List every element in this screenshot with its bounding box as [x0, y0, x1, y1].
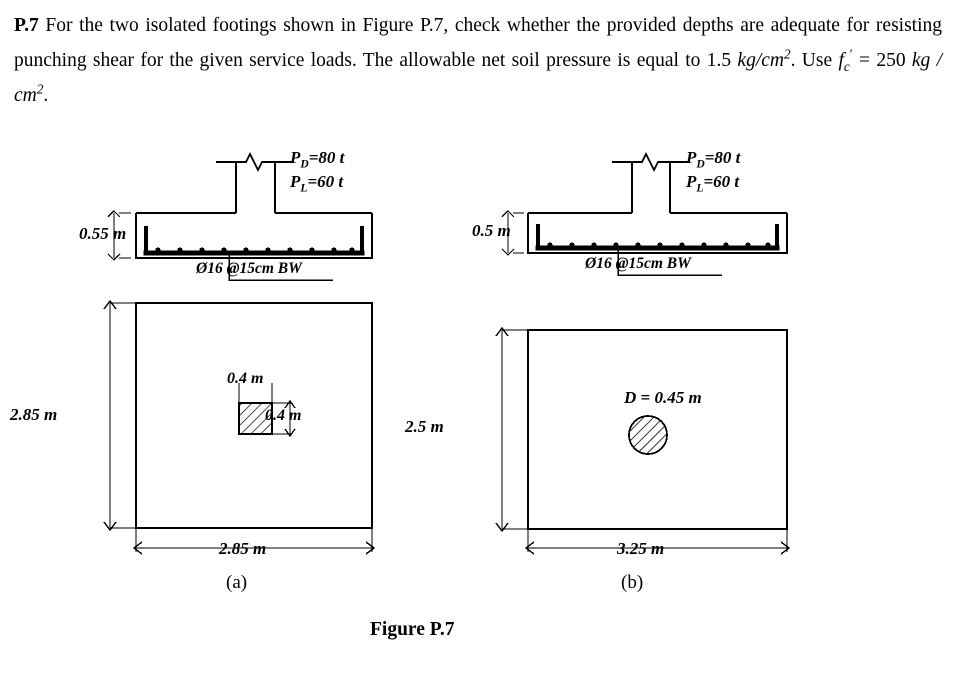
footing-b-pl-symbol: P	[686, 172, 697, 191]
footing-b-dead-load-label: PD=80 t	[686, 148, 741, 171]
figure-drawing	[103, 151, 791, 555]
footing-a-pd-symbol: P	[290, 148, 301, 167]
allowable-pressure-exponent: 2	[783, 46, 791, 62]
footing-b-plan-width-label: 3.25 m	[617, 539, 665, 558]
footing-b-pd-symbol: P	[686, 148, 697, 167]
footing-a-live-load-label: PL=60 t	[290, 172, 344, 194]
subfigure-caption-b: (b)	[621, 572, 644, 593]
footing-b-depth-label: 0.5 m	[472, 221, 511, 240]
footing-a-pd-value: =80 t	[308, 148, 345, 167]
footing-b-rebar-label: Ø16 @15cm BW	[585, 255, 691, 272]
footing-b-pl-value: =60 t	[703, 172, 740, 191]
figure-page: P.7 For the two isolated footings shown …	[0, 0, 957, 685]
subfigure-caption-a: (a)	[226, 572, 248, 593]
plan-b-geometry	[495, 326, 791, 555]
fc-prime: ′	[849, 46, 853, 62]
figure-caption: Figure P.7	[370, 619, 455, 640]
problem-number: P.7	[14, 15, 39, 36]
footing-b-plan-height-label: 2.5 m	[405, 417, 444, 436]
footing-a-plan-width-label: 2.85 m	[219, 539, 267, 558]
footing-a-pd-subscript: D	[300, 157, 309, 171]
footing-b-live-load-label: PL=60 t	[686, 172, 740, 194]
footing-b-pd-subscript: D	[696, 157, 705, 171]
footing-a-pl-symbol: P	[290, 172, 301, 191]
plan-a-geometry	[103, 299, 376, 555]
problem-statement: P.7 For the two isolated footings shown …	[14, 8, 942, 113]
figure-p7: 0.55 m PD=80 t PL=60 t Ø16 @15cm BW 2.85…	[0, 120, 957, 685]
footing-a-rebar-label: Ø16 @15cm BW	[196, 260, 302, 277]
statement-period: .	[43, 85, 49, 106]
use-word: . Use	[790, 50, 833, 71]
footing-a-depth-label: 0.55 m	[79, 224, 127, 243]
footing-b-pd-value: =80 t	[704, 148, 741, 167]
footing-a-column-height-label: 0.4 m	[265, 407, 302, 424]
fc-value: = 250	[859, 50, 912, 71]
footing-a-column-width-label: 0.4 m	[227, 370, 264, 387]
footing-b-column-diameter-label: D = 0.45 m	[624, 388, 702, 407]
footing-a-dead-load-label: PD=80 t	[290, 148, 345, 171]
footing-a-plan-height-label: 2.85 m	[10, 405, 58, 424]
allowable-pressure-units: kg/cm	[737, 50, 784, 71]
footing-a-pl-value: =60 t	[307, 172, 344, 191]
